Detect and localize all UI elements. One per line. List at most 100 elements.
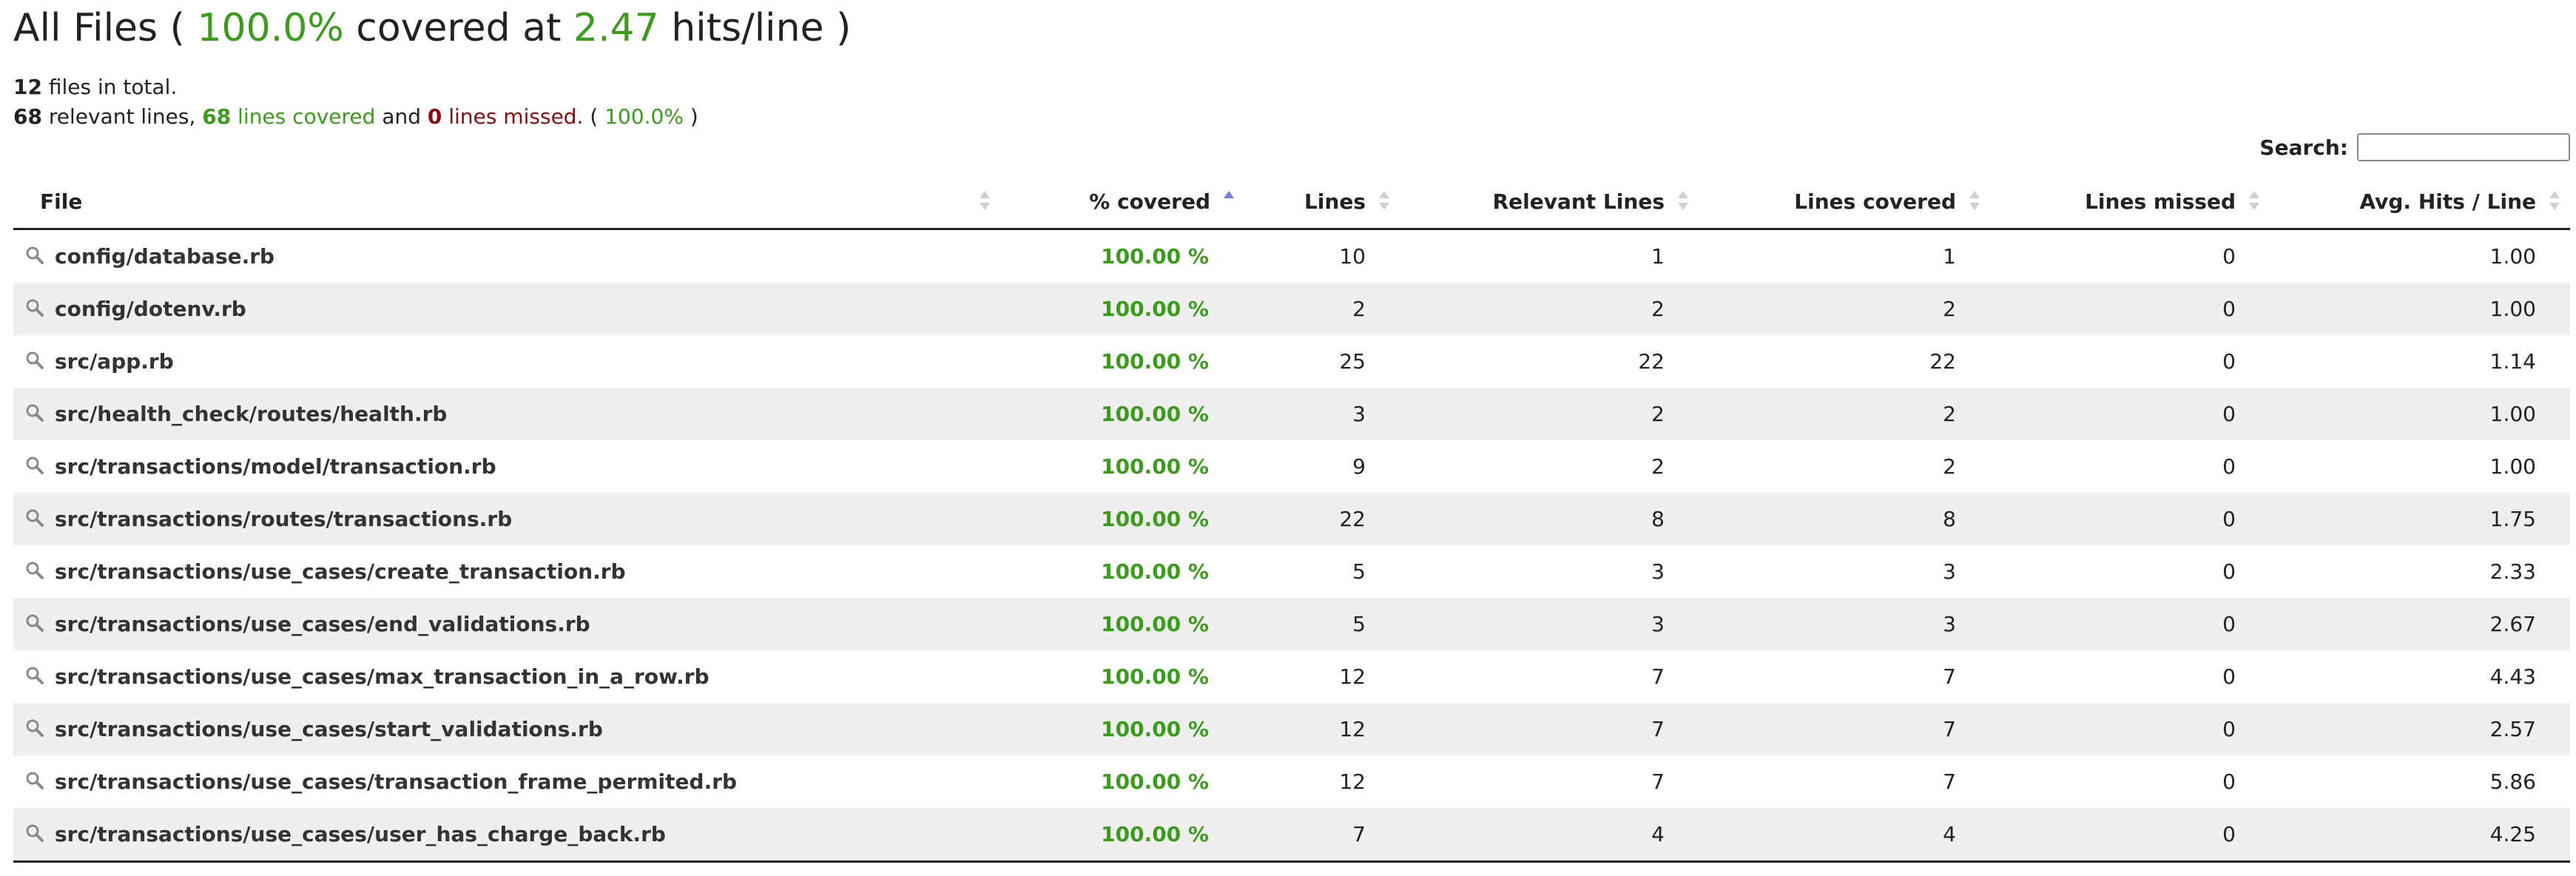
file-cell: src/transactions/model/transaction.rb (13, 440, 1000, 493)
lines-covered-cell: 8 (1699, 493, 1990, 545)
file-link[interactable]: src/transactions/model/transaction.rb (55, 454, 496, 479)
coverage-table: File % covered Lines Relevant Lines Line… (13, 175, 2570, 863)
file-link[interactable]: src/app.rb (55, 349, 174, 374)
lines-missed-cell: 0 (1990, 703, 2270, 755)
magnifier-icon[interactable] (25, 613, 44, 633)
column-header-file[interactable]: File (13, 175, 1000, 230)
magnifier-icon[interactable] (25, 823, 44, 843)
relevant-lines-cell: 7 (1651, 769, 1665, 794)
lines-missed-count: 0 (427, 104, 442, 129)
lines-cell: 12 (1244, 703, 1400, 755)
file-cell: src/transactions/use_cases/create_transa… (13, 545, 1000, 598)
sort-arrows-icon (1379, 191, 1389, 210)
lines-cell: 25 (1339, 349, 1366, 374)
file-link[interactable]: src/transactions/use_cases/max_transacti… (55, 664, 709, 689)
avg-hits-cell: 5.86 (2489, 769, 2536, 794)
magnifier-icon[interactable] (25, 298, 44, 317)
covered-percent-cell: 100.00 % (1101, 559, 1209, 584)
table-row: src/health_check/routes/health.rb 100.00 … (13, 388, 2570, 440)
relevant-lines-count: 68 (13, 104, 42, 129)
table-row: config/dotenv.rb 100.00 % 2 2 2 0 1.00 (13, 283, 2570, 335)
lines-missed-cell: 0 (2222, 244, 2236, 269)
title-middle: covered at (356, 6, 562, 50)
table-row: src/transactions/use_cases/max_transacti… (13, 650, 2570, 703)
avg-hits-cell: 1.00 (2270, 283, 2570, 335)
covered-percent-cell: 100.00 % (1000, 283, 1244, 335)
magnifier-icon[interactable] (25, 561, 44, 580)
table-row: config/database.rb 100.00 % 10 1 1 0 1.00 (13, 229, 2570, 283)
lines-missed-cell: 0 (2222, 769, 2236, 794)
sort-arrows-icon (980, 191, 990, 210)
lines-covered-cell: 7 (1943, 664, 1956, 689)
file-link[interactable]: src/transactions/use_cases/end_validatio… (55, 612, 590, 636)
file-cell: src/transactions/use_cases/start_validat… (13, 703, 1000, 755)
table-row: src/transactions/use_cases/end_validatio… (13, 598, 2570, 650)
file-link[interactable]: src/transactions/use_cases/user_has_char… (55, 822, 666, 846)
lines-missed-cell: 0 (1990, 283, 2270, 335)
coverage-table-body: config/database.rb 100.00 % 10 1 1 0 1.00 confi… (13, 229, 2570, 863)
relevant-lines-cell: 2 (1651, 454, 1665, 479)
lines-cell: 3 (1244, 388, 1400, 440)
file-cell: config/dotenv.rb (13, 283, 1000, 335)
relevant-lines-cell: 2 (1400, 283, 1699, 335)
file-link[interactable]: src/transactions/use_cases/create_transa… (55, 559, 626, 584)
lines-covered-cell: 4 (1699, 808, 1990, 863)
magnifier-icon[interactable] (25, 771, 44, 790)
magnifier-icon[interactable] (25, 246, 44, 265)
column-header-label: Lines (1304, 189, 1366, 214)
magnifier-icon[interactable] (25, 351, 44, 370)
magnifier-icon[interactable] (25, 508, 44, 528)
search-input[interactable] (2357, 133, 2570, 161)
lines-covered-cell: 1 (1943, 244, 1956, 269)
lines-summary: 68 relevant lines, 68 lines covered and … (13, 102, 698, 132)
files-count: 12 (13, 75, 42, 99)
file-link[interactable]: src/transactions/use_cases/transaction_f… (55, 769, 737, 794)
lines-covered-cell: 7 (1943, 769, 1956, 794)
magnifier-icon[interactable] (25, 403, 44, 422)
table-row: src/transactions/use_cases/user_has_char… (13, 808, 2570, 863)
lines-missed-cell: 0 (2222, 349, 2236, 374)
column-header-label: File (40, 189, 83, 214)
covered-percent-cell: 100.00 % (1101, 349, 1209, 374)
file-link[interactable]: config/database.rb (55, 244, 274, 269)
relevant-lines-cell: 1 (1651, 244, 1665, 269)
relevant-lines-cell: 7 (1400, 703, 1699, 755)
lines-missed-cell: 0 (2222, 559, 2236, 584)
column-header-lines-covered[interactable]: Lines covered (1699, 175, 1990, 230)
title-prefix: All Files ( (13, 6, 185, 50)
table-row: src/transactions/routes/transactions.rb 1… (13, 493, 2570, 545)
magnifier-icon[interactable] (25, 666, 44, 685)
covered-percent-cell: 100.00 % (1000, 493, 1244, 545)
relevant-lines-cell: 4 (1400, 808, 1699, 863)
column-header-lines[interactable]: Lines (1244, 175, 1400, 230)
lines-cell: 12 (1339, 664, 1366, 689)
lines-cell: 12 (1339, 769, 1366, 794)
file-link[interactable]: src/health_check/routes/health.rb (55, 402, 447, 426)
column-header-relevant-lines[interactable]: Relevant Lines (1400, 175, 1699, 230)
relevant-lines-cell: 3 (1400, 598, 1699, 650)
column-header-covered[interactable]: % covered (1000, 175, 1244, 230)
file-link[interactable]: src/transactions/use_cases/start_validat… (55, 717, 603, 741)
file-link[interactable]: config/dotenv.rb (55, 297, 246, 321)
lines-covered-count: 68 (202, 104, 232, 129)
magnifier-icon[interactable] (25, 456, 44, 475)
lines-covered-cell: 2 (1943, 454, 1956, 479)
relevant-lines-cell: 3 (1651, 559, 1665, 584)
lines-missed-text: lines missed. (448, 104, 584, 129)
column-header-avg-hits[interactable]: Avg. Hits / Line (2270, 175, 2570, 230)
table-header-row: File % covered Lines Relevant Lines Line… (13, 175, 2570, 230)
lines-cell: 10 (1339, 244, 1366, 269)
relevant-lines-cell: 22 (1638, 349, 1665, 374)
file-link[interactable]: src/transactions/routes/transactions.rb (55, 507, 512, 531)
lines-cell: 5 (1352, 559, 1366, 584)
file-cell: src/transactions/use_cases/user_has_char… (13, 808, 1000, 863)
relevant-lines-cell: 8 (1400, 493, 1699, 545)
column-header-label: Lines covered (1794, 189, 1956, 214)
relevant-lines-cell: 7 (1651, 664, 1665, 689)
lines-missed-cell: 0 (1990, 493, 2270, 545)
avg-hits-cell: 2.57 (2270, 703, 2570, 755)
column-header-lines-missed[interactable]: Lines missed (1990, 175, 2270, 230)
magnifier-icon[interactable] (25, 718, 44, 738)
covered-percent-cell: 100.00 % (1101, 769, 1209, 794)
sort-arrows-icon (2249, 191, 2259, 210)
